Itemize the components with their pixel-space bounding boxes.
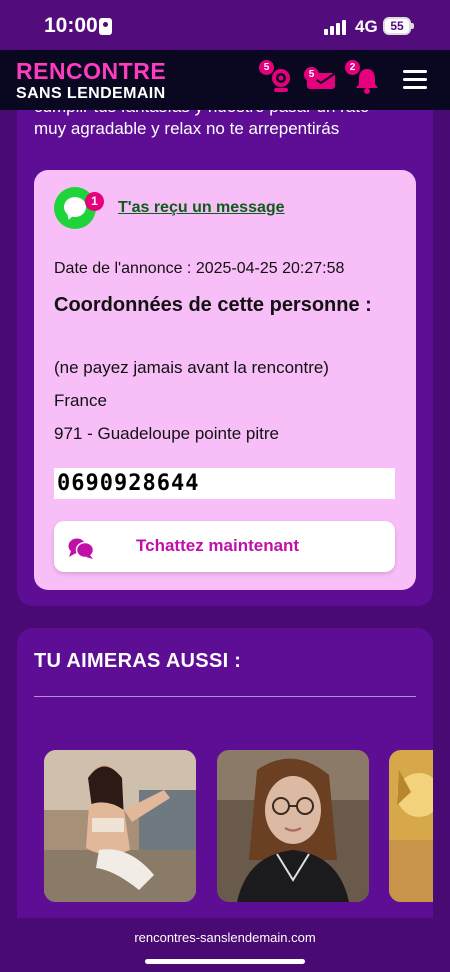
message-badge: 1 bbox=[85, 192, 104, 211]
suggestions-divider bbox=[34, 696, 416, 697]
profile-thumbnail[interactable] bbox=[389, 750, 433, 902]
location: 971 - Guadeloupe pointe pitre bbox=[54, 424, 279, 443]
chat-now-button[interactable]: Tchattez maintenant bbox=[54, 521, 395, 572]
payment-warning: (ne payez jamais avant la rencontre) bbox=[54, 358, 329, 377]
profile-thumbnail[interactable] bbox=[217, 750, 369, 902]
site-header: RENCONTRE SANS LENDEMAIN 5 5 2 bbox=[0, 50, 450, 110]
chat-now-label: Tchattez maintenant bbox=[136, 536, 300, 555]
logo-line1: RENCONTRE bbox=[16, 58, 167, 84]
suggestions-section: TU AIMERAS AUSSI : bbox=[17, 628, 433, 918]
profile-photo bbox=[44, 750, 196, 902]
description-partial-line: cumplir tus fantasías y nuestro pasar un… bbox=[34, 110, 369, 118]
orientation-lock-icon bbox=[99, 18, 112, 35]
messages-button[interactable]: 5 bbox=[304, 65, 336, 95]
url-label[interactable]: rencontres-sanslendemain.com bbox=[0, 930, 450, 945]
chat-bubbles-icon bbox=[68, 538, 94, 559]
phone-number: 0690928644 bbox=[57, 471, 200, 496]
ad-date: Date de l'annonce : 2025-04-25 20:27:58 bbox=[54, 260, 345, 277]
home-indicator[interactable] bbox=[145, 959, 305, 964]
network-label: 4G bbox=[355, 17, 378, 36]
suggestions-title: TU AIMERAS AUSSI : bbox=[34, 650, 242, 672]
message-link[interactable]: T'as reçu un message bbox=[118, 199, 285, 217]
webcam-badge: 5 bbox=[259, 60, 274, 75]
messages-badge: 5 bbox=[304, 67, 319, 82]
country: France bbox=[54, 391, 107, 410]
browser-bottom-bar: rencontres-sanslendemain.com bbox=[0, 918, 450, 972]
notifications-button[interactable]: 2 bbox=[345, 60, 382, 95]
status-bar: 10:00 4G 55 bbox=[0, 0, 450, 50]
webcam-button[interactable]: 5 bbox=[259, 60, 296, 95]
profile-thumbnail[interactable] bbox=[44, 750, 196, 902]
battery-icon: 55 bbox=[383, 17, 414, 35]
profile-photo bbox=[389, 750, 433, 902]
logo-line2: SANS LENDEMAIN bbox=[16, 85, 166, 102]
profile-photo bbox=[217, 750, 369, 902]
listing-description: cumplir tus fantasías y nuestro pasar un… bbox=[34, 110, 414, 150]
signal-icon bbox=[324, 19, 348, 35]
status-time: 10:00 bbox=[44, 14, 98, 37]
contact-info-box: 1 T'as reçu un message Date de l'annonce… bbox=[34, 170, 416, 590]
hamburger-menu-icon[interactable] bbox=[403, 70, 427, 90]
notifications-badge: 2 bbox=[345, 60, 360, 75]
phone-number-box: 0690928644 bbox=[54, 468, 395, 499]
contact-title: Coordonnées de cette personne : bbox=[54, 294, 372, 316]
description-line: muy agradable y relax no te arrepentirás bbox=[34, 119, 340, 138]
